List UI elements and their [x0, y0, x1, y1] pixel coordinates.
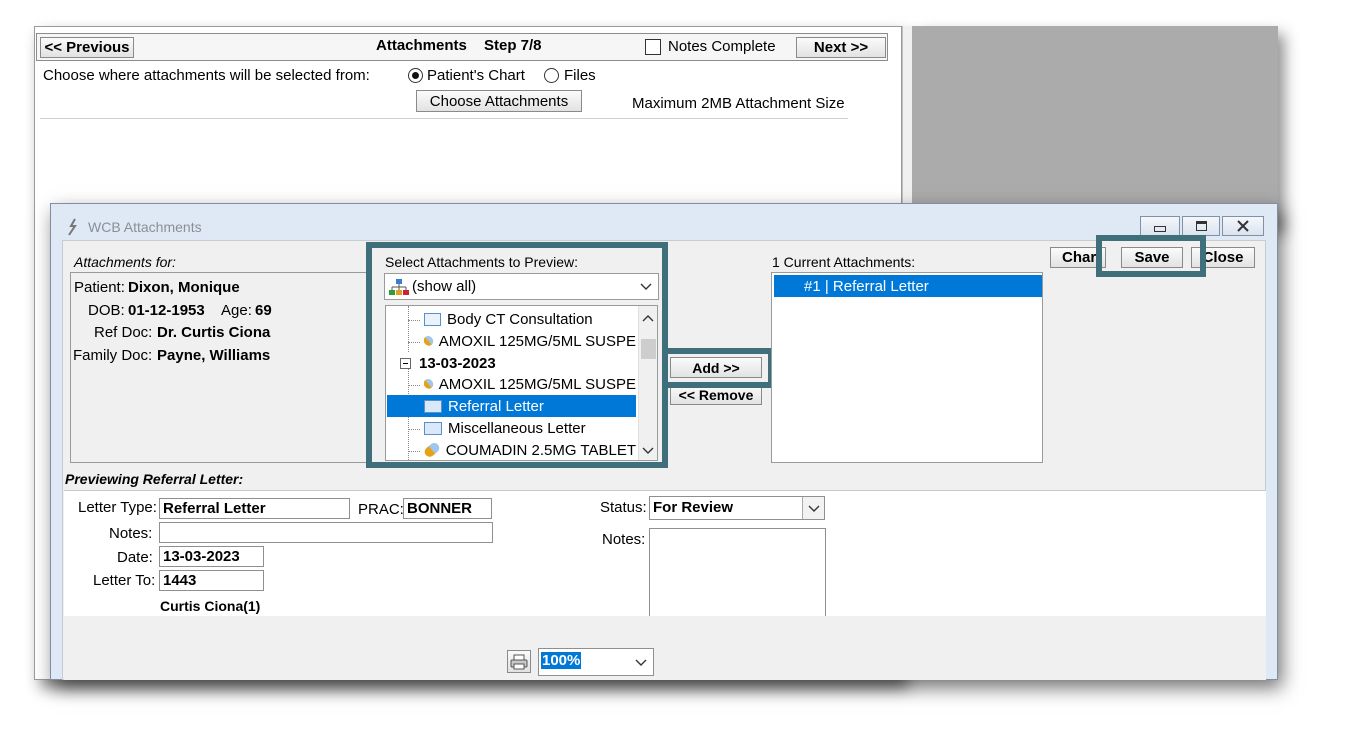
patients-chart-radio[interactable] — [408, 68, 423, 83]
list-item[interactable]: #1 | Referral Letter — [774, 275, 1042, 297]
notes-complete-label: Notes Complete — [668, 38, 776, 55]
patient-info-panel — [70, 272, 370, 463]
patient-name: Dixon, Monique — [128, 279, 240, 296]
minimize-button[interactable] — [1140, 216, 1180, 236]
letter-type-label: Letter Type: — [78, 499, 157, 516]
close-icon — [1237, 220, 1249, 232]
print-button[interactable] — [507, 650, 531, 673]
notes-field[interactable] — [159, 522, 493, 543]
date-label: Date: — [117, 549, 153, 566]
age-label: Age: — [221, 302, 252, 319]
patients-chart-label: Patient's Chart — [427, 67, 525, 84]
current-attachments-list[interactable]: #1 | Referral Letter — [771, 272, 1043, 463]
wizard-title: Attachments — [376, 37, 467, 54]
status-value: For Review — [653, 499, 734, 516]
previous-button[interactable]: << Previous — [40, 37, 134, 58]
letter-to-field[interactable]: 1443 — [159, 570, 264, 591]
choose-source-label: Choose where attachments will be selecte… — [43, 67, 370, 84]
background-pane — [912, 26, 1278, 226]
choose-attachments-button[interactable]: Choose Attachments — [416, 90, 582, 112]
highlight-frame — [1096, 235, 1206, 277]
list-item-label: #1 | Referral Letter — [804, 277, 929, 295]
recipient-name: Curtis Ciona(1) — [160, 598, 261, 614]
prac-field[interactable]: BONNER — [403, 498, 492, 519]
app-icon — [66, 218, 80, 236]
max-size-text: Maximum 2MB Attachment Size — [632, 95, 845, 112]
status-dropdown[interactable]: For Review — [649, 496, 825, 520]
status-notes-field[interactable] — [649, 528, 826, 616]
notes-label: Notes: — [109, 525, 153, 542]
status-label: Status: — [600, 499, 647, 516]
patient-label: Patient: — [74, 279, 125, 296]
ref-doc-label: Ref Doc: — [94, 324, 153, 341]
letter-to-label: Letter To: — [93, 572, 156, 589]
zoom-select[interactable]: 100% — [538, 648, 654, 676]
divider — [40, 118, 848, 119]
dob-label: DOB: — [88, 302, 125, 319]
preview-heading: Previewing Referral Letter: — [65, 471, 244, 487]
family-doc-label: Family Doc: — [73, 347, 153, 364]
chevron-down-icon — [808, 505, 820, 512]
age-value: 69 — [255, 302, 272, 319]
status-notes-label: Notes: — [602, 531, 646, 548]
attachments-for-label: Attachments for: — [74, 254, 176, 270]
dialog-title: WCB Attachments — [88, 219, 202, 235]
files-label: Files — [564, 67, 596, 84]
status-dropdown-button[interactable] — [802, 497, 824, 519]
preview-toolbar — [64, 616, 1266, 680]
maximize-icon — [1195, 221, 1207, 231]
current-attachments-label: 1 Current Attachments: — [772, 254, 916, 270]
dob-value: 01-12-1953 — [128, 302, 205, 319]
wizard-step: Step 7/8 — [484, 37, 542, 54]
next-button[interactable]: Next >> — [796, 37, 886, 58]
maximize-button[interactable] — [1182, 216, 1220, 236]
prac-label: PRAC: — [358, 501, 404, 518]
family-doc-value: Payne, Williams — [157, 347, 271, 364]
date-field[interactable]: 13-03-2023 — [159, 546, 264, 567]
letter-type-field[interactable]: Referral Letter — [159, 498, 350, 519]
printer-icon — [510, 654, 528, 669]
files-radio[interactable] — [544, 68, 559, 83]
minimize-icon — [1154, 226, 1166, 232]
remove-button[interactable]: << Remove — [670, 385, 762, 405]
highlight-frame — [366, 242, 668, 468]
ref-doc-value: Dr. Curtis Ciona — [157, 324, 271, 341]
notes-complete-checkbox[interactable] — [645, 39, 661, 55]
highlight-frame — [662, 348, 774, 388]
close-window-button[interactable] — [1222, 216, 1264, 236]
zoom-value: 100% — [541, 652, 582, 669]
chevron-down-icon — [635, 659, 647, 666]
